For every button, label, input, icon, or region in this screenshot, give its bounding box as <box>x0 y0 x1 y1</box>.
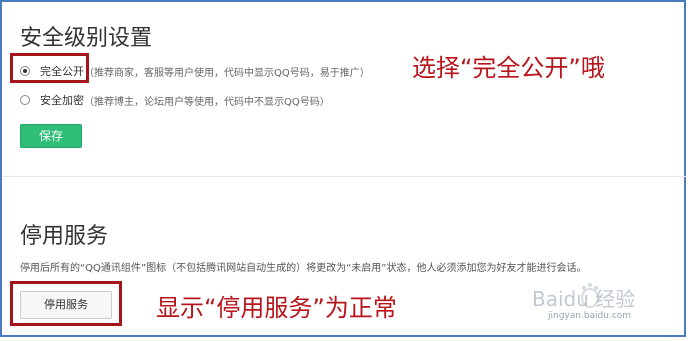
option-encrypted-label: 安全加密 <box>40 94 84 107</box>
save-button[interactable]: 保存 <box>20 124 82 148</box>
radio-encrypted[interactable] <box>20 95 30 105</box>
stop-service-title: 停用服务 <box>20 224 109 249</box>
annotation-top: 选择“完全公开”哦 <box>412 54 605 82</box>
option-encrypted-desc: （推荐博主，论坛用户等使用，代码中不显示QQ号码） <box>84 96 330 108</box>
annotation-bottom: 显示“停用服务”为正常 <box>156 294 397 322</box>
highlight-box-stop-button <box>10 281 122 326</box>
highlight-box-public-option <box>10 53 89 83</box>
baidu-watermark-brand: Baidu 经验 <box>532 287 636 311</box>
baidu-watermark-url: jingyan.baidu.com <box>548 311 632 321</box>
stop-service-description: 停用后所有的“QQ通讯组件”图标（不包括腾讯网站自动生成的）将更改为“未启用”状… <box>20 263 587 274</box>
security-level-title: 安全级别设置 <box>20 26 153 51</box>
section-divider <box>2 176 686 177</box>
option-encrypted[interactable]: 安全加密 （推荐博主，论坛用户等使用，代码中不显示QQ号码） <box>20 92 330 108</box>
option-public-desc: （推荐商家，客服等用户使用，代码中显示QQ号码，易于推广） <box>84 67 370 79</box>
